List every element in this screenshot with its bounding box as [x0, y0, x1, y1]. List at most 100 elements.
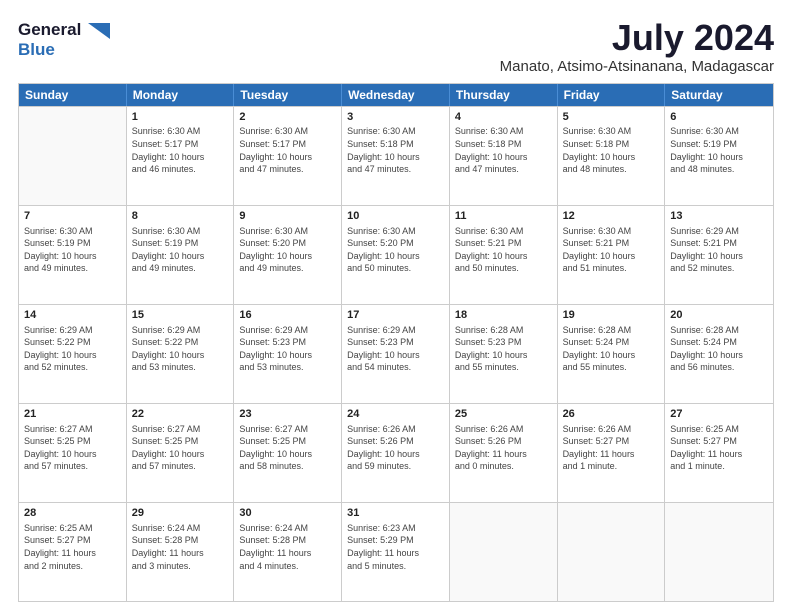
- calendar-cell: 18Sunrise: 6:28 AMSunset: 5:23 PMDayligh…: [450, 305, 558, 403]
- day-info: Sunrise: 6:30 AMSunset: 5:18 PMDaylight:…: [455, 125, 552, 175]
- day-info: Sunrise: 6:30 AMSunset: 5:18 PMDaylight:…: [347, 125, 444, 175]
- calendar-cell: [665, 503, 773, 601]
- day-number: 6: [670, 110, 768, 125]
- day-number: 27: [670, 407, 768, 422]
- calendar-cell: 4Sunrise: 6:30 AMSunset: 5:18 PMDaylight…: [450, 107, 558, 205]
- header-cell-sunday: Sunday: [19, 84, 127, 106]
- calendar-cell: 28Sunrise: 6:25 AMSunset: 5:27 PMDayligh…: [19, 503, 127, 601]
- day-number: 14: [24, 308, 121, 323]
- header-cell-monday: Monday: [127, 84, 235, 106]
- calendar-row: 7Sunrise: 6:30 AMSunset: 5:19 PMDaylight…: [19, 205, 773, 304]
- calendar-cell: 11Sunrise: 6:30 AMSunset: 5:21 PMDayligh…: [450, 206, 558, 304]
- day-number: 22: [132, 407, 229, 422]
- calendar-cell: 12Sunrise: 6:30 AMSunset: 5:21 PMDayligh…: [558, 206, 666, 304]
- day-info: Sunrise: 6:28 AMSunset: 5:24 PMDaylight:…: [670, 324, 768, 374]
- day-number: 26: [563, 407, 660, 422]
- day-number: 25: [455, 407, 552, 422]
- day-number: 2: [239, 110, 336, 125]
- day-info: Sunrise: 6:27 AMSunset: 5:25 PMDaylight:…: [24, 423, 121, 473]
- logo-general: General: [18, 20, 110, 40]
- calendar-cell: 5Sunrise: 6:30 AMSunset: 5:18 PMDaylight…: [558, 107, 666, 205]
- day-number: 11: [455, 209, 552, 224]
- header-cell-tuesday: Tuesday: [234, 84, 342, 106]
- day-number: 24: [347, 407, 444, 422]
- day-info: Sunrise: 6:30 AMSunset: 5:20 PMDaylight:…: [347, 225, 444, 275]
- calendar-row: 14 Sunrise: 6:29 AMSunset: 5:22 PMDayligh…: [19, 304, 773, 403]
- day-info: Sunrise: 6:30 AMSunset: 5:21 PMDaylight:…: [563, 225, 660, 275]
- day-info: Sunrise: 6:30 AMSunset: 5:17 PMDaylight:…: [239, 125, 336, 175]
- day-number: 18: [455, 308, 552, 323]
- calendar-cell: 23Sunrise: 6:27 AMSunset: 5:25 PMDayligh…: [234, 404, 342, 502]
- calendar-cell: 9Sunrise: 6:30 AMSunset: 5:20 PMDaylight…: [234, 206, 342, 304]
- day-info: Sunrise: 6:27 AMSunset: 5:25 PMDaylight:…: [239, 423, 336, 473]
- calendar-cell: 17Sunrise: 6:29 AMSunset: 5:23 PMDayligh…: [342, 305, 450, 403]
- day-number: 17: [347, 308, 444, 323]
- day-info: Sunrise: 6:30 AMSunset: 5:18 PMDaylight:…: [563, 125, 660, 175]
- day-number: 1: [132, 110, 229, 125]
- day-number: 28: [24, 506, 121, 521]
- header-cell-friday: Friday: [558, 84, 666, 106]
- day-number: 19: [563, 308, 660, 323]
- day-info: Sunrise: 6:30 AMSunset: 5:19 PMDaylight:…: [132, 225, 229, 275]
- header: General Blue July 2024 Manato, Atsimo-At…: [18, 18, 774, 75]
- day-number: 30: [239, 506, 336, 521]
- calendar-cell: [558, 503, 666, 601]
- day-info: Sunrise: 6:26 AMSunset: 5:27 PMDaylight:…: [563, 423, 660, 473]
- calendar: SundayMondayTuesdayWednesdayThursdayFrid…: [18, 83, 774, 602]
- calendar-cell: 8Sunrise: 6:30 AMSunset: 5:19 PMDaylight…: [127, 206, 235, 304]
- day-number: 9: [239, 209, 336, 224]
- day-info: Sunrise: 6:30 AMSunset: 5:21 PMDaylight:…: [455, 225, 552, 275]
- day-info: Sunrise: 6:30 AMSunset: 5:19 PMDaylight:…: [670, 125, 768, 175]
- calendar-cell: 1Sunrise: 6:30 AMSunset: 5:17 PMDaylight…: [127, 107, 235, 205]
- calendar-cell: 29Sunrise: 6:24 AMSunset: 5:28 PMDayligh…: [127, 503, 235, 601]
- day-info: Sunrise: 6:28 AMSunset: 5:23 PMDaylight:…: [455, 324, 552, 374]
- day-info: Sunrise: 6:30 AMSunset: 5:17 PMDaylight:…: [132, 125, 229, 175]
- calendar-cell: [19, 107, 127, 205]
- header-cell-thursday: Thursday: [450, 84, 558, 106]
- logo-blue: Blue: [18, 40, 110, 60]
- calendar-cell: 21Sunrise: 6:27 AMSunset: 5:25 PMDayligh…: [19, 404, 127, 502]
- header-cell-saturday: Saturday: [665, 84, 773, 106]
- day-info: Sunrise: 6:23 AMSunset: 5:29 PMDaylight:…: [347, 522, 444, 572]
- calendar-cell: 30Sunrise: 6:24 AMSunset: 5:28 PMDayligh…: [234, 503, 342, 601]
- day-number: 21: [24, 407, 121, 422]
- day-info: Sunrise: 6:24 AMSunset: 5:28 PMDaylight:…: [239, 522, 336, 572]
- calendar-cell: 16Sunrise: 6:29 AMSunset: 5:23 PMDayligh…: [234, 305, 342, 403]
- day-number: 10: [347, 209, 444, 224]
- day-info: Sunrise: 6:26 AMSunset: 5:26 PMDaylight:…: [347, 423, 444, 473]
- location-title: Manato, Atsimo-Atsinanana, Madagascar: [500, 58, 774, 75]
- day-number: 31: [347, 506, 444, 521]
- calendar-cell: 27Sunrise: 6:25 AMSunset: 5:27 PMDayligh…: [665, 404, 773, 502]
- day-number: 29: [132, 506, 229, 521]
- calendar-cell: 26Sunrise: 6:26 AMSunset: 5:27 PMDayligh…: [558, 404, 666, 502]
- day-number: 13: [670, 209, 768, 224]
- day-info: Sunrise: 6:24 AMSunset: 5:28 PMDaylight:…: [132, 522, 229, 572]
- calendar-body: 1Sunrise: 6:30 AMSunset: 5:17 PMDaylight…: [19, 106, 773, 601]
- day-number: 7: [24, 209, 121, 224]
- day-info: Sunrise: 6:30 AMSunset: 5:19 PMDaylight:…: [24, 225, 121, 275]
- day-number: 20: [670, 308, 768, 323]
- day-info: Sunrise: 6:27 AMSunset: 5:25 PMDaylight:…: [132, 423, 229, 473]
- day-number: 5: [563, 110, 660, 125]
- calendar-cell: 3Sunrise: 6:30 AMSunset: 5:18 PMDaylight…: [342, 107, 450, 205]
- calendar-cell: 22Sunrise: 6:27 AMSunset: 5:25 PMDayligh…: [127, 404, 235, 502]
- day-info: Sunrise: 6:30 AMSunset: 5:20 PMDaylight:…: [239, 225, 336, 275]
- calendar-cell: 14Sunrise: 6:29 AMSunset: 5:22 PMDayligh…: [19, 305, 127, 403]
- calendar-cell: 31Sunrise: 6:23 AMSunset: 5:29 PMDayligh…: [342, 503, 450, 601]
- calendar-cell: 20Sunrise: 6:28 AMSunset: 5:24 PMDayligh…: [665, 305, 773, 403]
- day-number: 3: [347, 110, 444, 125]
- day-info: Sunrise: 6:29 AMSunset: 5:23 PMDaylight:…: [239, 324, 336, 374]
- day-number: 23: [239, 407, 336, 422]
- logo-text: General Blue: [18, 20, 110, 59]
- day-info: Sunrise: 6:28 AMSunset: 5:24 PMDaylight:…: [563, 324, 660, 374]
- calendar-cell: 10Sunrise: 6:30 AMSunset: 5:20 PMDayligh…: [342, 206, 450, 304]
- day-info: Sunrise: 6:26 AMSunset: 5:26 PMDaylight:…: [455, 423, 552, 473]
- calendar-cell: 24Sunrise: 6:26 AMSunset: 5:26 PMDayligh…: [342, 404, 450, 502]
- calendar-cell: 15Sunrise: 6:29 AMSunset: 5:22 PMDayligh…: [127, 305, 235, 403]
- day-info: Sunrise: 6:29 AMSunset: 5:22 PMDaylight:…: [132, 324, 229, 374]
- day-number: 4: [455, 110, 552, 125]
- page: General Blue July 2024 Manato, Atsimo-At…: [0, 0, 792, 612]
- logo-wordmark: General Blue: [18, 20, 110, 59]
- day-info: Sunrise: 6:25 AMSunset: 5:27 PMDaylight:…: [670, 423, 768, 473]
- calendar-header: SundayMondayTuesdayWednesdayThursdayFrid…: [19, 84, 773, 106]
